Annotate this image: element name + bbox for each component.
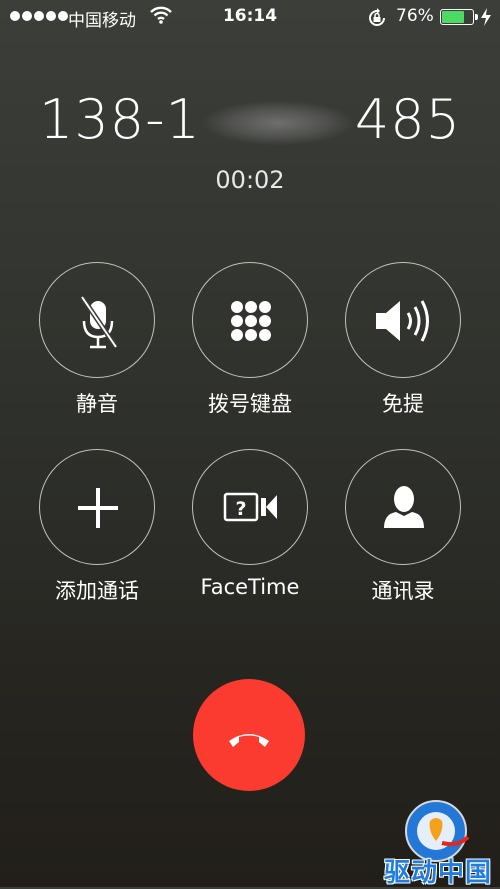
- caller-number: 138-1 485: [0, 88, 500, 151]
- add-call-label: 添加通话: [55, 579, 139, 603]
- mute-microphone-icon: [79, 295, 119, 349]
- speaker-icon: [376, 300, 429, 342]
- hang-up-icon: [229, 734, 269, 747]
- keypad-icon: [231, 301, 271, 341]
- plus-icon: [78, 488, 118, 528]
- contact-icon: [384, 486, 424, 528]
- contacts-button[interactable]: [345, 449, 461, 565]
- keypad-button[interactable]: [192, 262, 308, 378]
- orientation-lock-icon: [366, 8, 388, 33]
- facetime-icon: ?: [223, 492, 277, 522]
- svg-text:?: ?: [235, 498, 246, 520]
- status-bar: 中国移动 16:14 76%: [0, 0, 500, 34]
- facetime-button[interactable]: ?: [192, 449, 308, 565]
- number-prefix: 138-1: [39, 88, 201, 151]
- speaker-label: 免提: [382, 392, 424, 416]
- call-duration: 00:02: [215, 166, 285, 194]
- number-suffix: 485: [354, 88, 461, 151]
- battery-icon: [440, 9, 474, 25]
- battery-tip: [475, 14, 478, 20]
- mute-button[interactable]: [39, 262, 155, 378]
- charging-icon: [480, 8, 492, 31]
- keypad-label: 拨号键盘: [208, 392, 292, 416]
- end-call-button[interactable]: [193, 679, 305, 791]
- facetime-label: FaceTime: [200, 575, 300, 599]
- watermark-text: 驱动中国: [383, 858, 492, 888]
- mute-label: 静音: [76, 392, 118, 416]
- speaker-button[interactable]: [345, 262, 461, 378]
- contacts-label: 通讯录: [371, 579, 435, 603]
- number-redaction: [202, 101, 353, 146]
- battery-percent: 76%: [396, 6, 434, 26]
- add-call-button[interactable]: [39, 449, 155, 565]
